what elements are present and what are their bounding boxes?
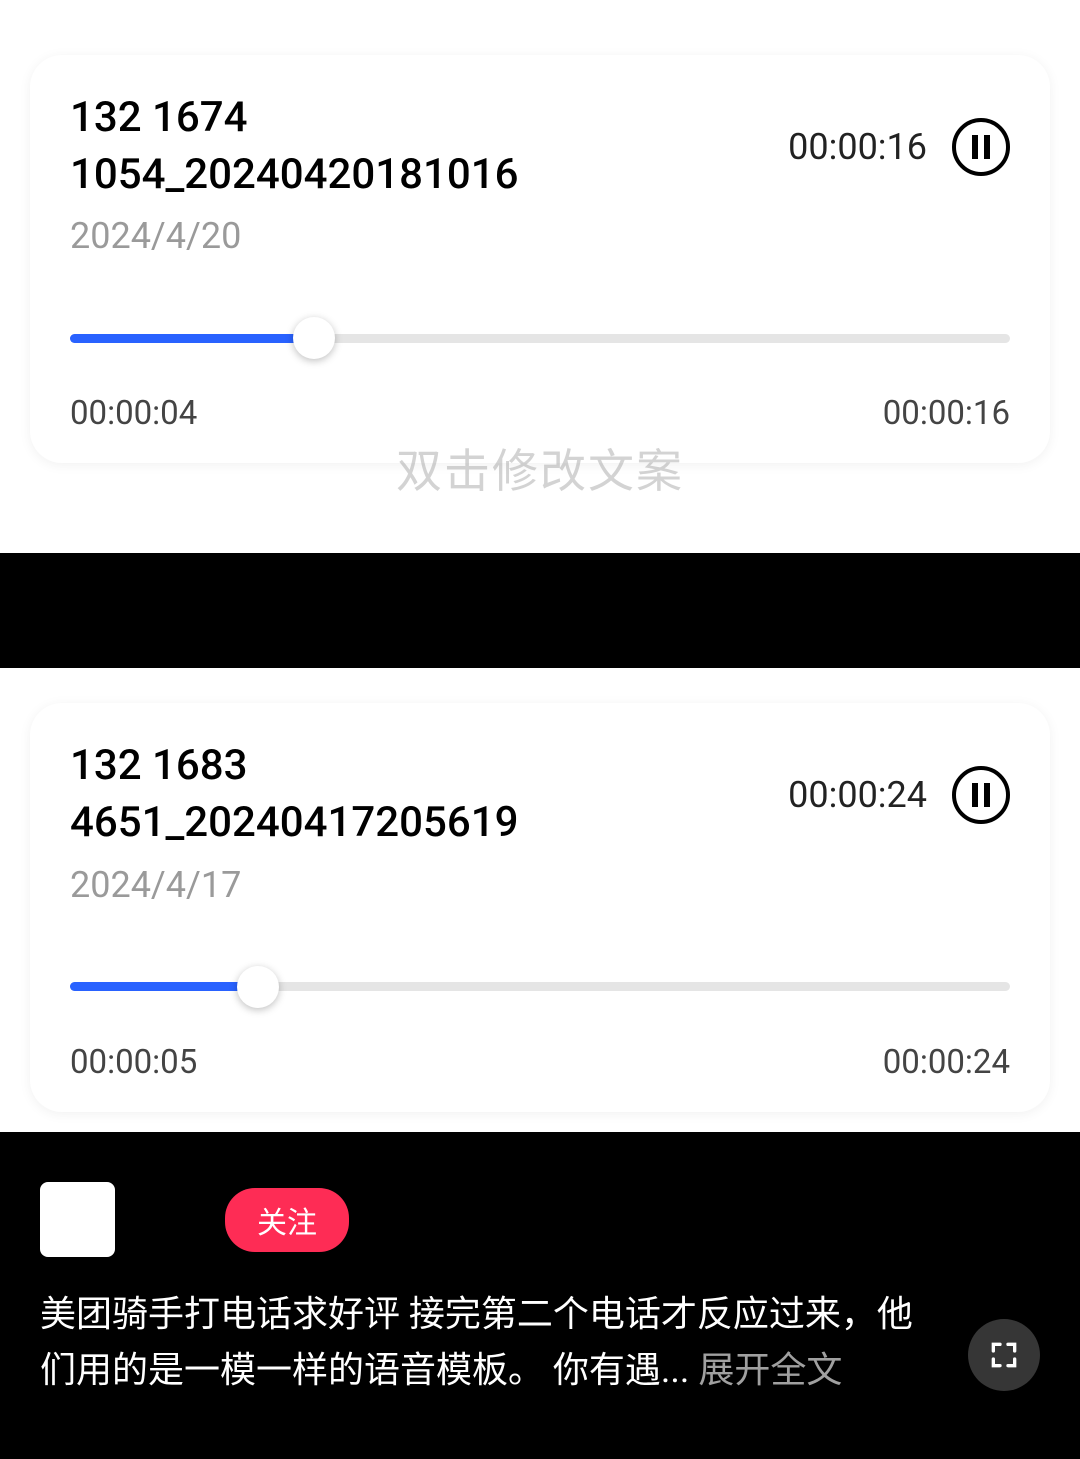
pause-button[interactable] xyxy=(952,118,1010,176)
recording-date: 2024/4/17 xyxy=(70,864,1010,906)
fullscreen-icon xyxy=(988,1339,1020,1371)
video-overlay: 关注 美团骑手打电话求好评 接完第二个电话才反应过来，他们用的是一模一样的语音模… xyxy=(0,1182,1080,1459)
total-duration: 00:00:24 xyxy=(788,774,927,816)
recording-title-block: 132 1674 1054_20240420181016 xyxy=(70,90,788,203)
slider-thumb[interactable] xyxy=(293,317,335,359)
progress-slider[interactable] xyxy=(70,317,1010,359)
audio-recording-card: 132 1683 4651_20240417205619 00:00:24 20… xyxy=(30,703,1050,1111)
recording-title-block: 132 1683 4651_20240417205619 xyxy=(70,738,788,851)
current-time: 00:00:04 xyxy=(70,394,197,433)
end-time: 00:00:24 xyxy=(883,1043,1010,1082)
recording-title-line2: 4651_20240417205619 xyxy=(70,795,788,852)
recording-title-line2: 1054_20240420181016 xyxy=(70,147,788,204)
slider-thumb[interactable] xyxy=(237,966,279,1008)
fullscreen-button[interactable] xyxy=(968,1319,1040,1391)
recording-title-line1: 132 1683 xyxy=(70,738,788,795)
recording-date: 2024/4/20 xyxy=(70,215,1010,257)
progress-slider[interactable] xyxy=(70,966,1010,1008)
user-avatar[interactable] xyxy=(40,1182,115,1257)
current-time: 00:00:05 xyxy=(70,1043,197,1082)
pause-button[interactable] xyxy=(952,766,1010,824)
video-caption[interactable]: 美团骑手打电话求好评 接完第二个电话才反应过来，他们用的是一模一样的语音模板。 … xyxy=(40,1287,938,1399)
follow-button[interactable]: 关注 xyxy=(225,1188,349,1252)
audio-recording-card: 132 1674 1054_20240420181016 00:00:16 20… xyxy=(30,55,1050,463)
total-duration: 00:00:16 xyxy=(788,126,927,168)
pause-icon xyxy=(972,135,990,159)
expand-text-link[interactable]: 展开全文 xyxy=(698,1349,842,1391)
end-time: 00:00:16 xyxy=(883,394,1010,433)
recording-title-line1: 132 1674 xyxy=(70,90,788,147)
pause-icon xyxy=(972,783,990,807)
watermark-text: 双击修改文案 xyxy=(396,435,684,501)
